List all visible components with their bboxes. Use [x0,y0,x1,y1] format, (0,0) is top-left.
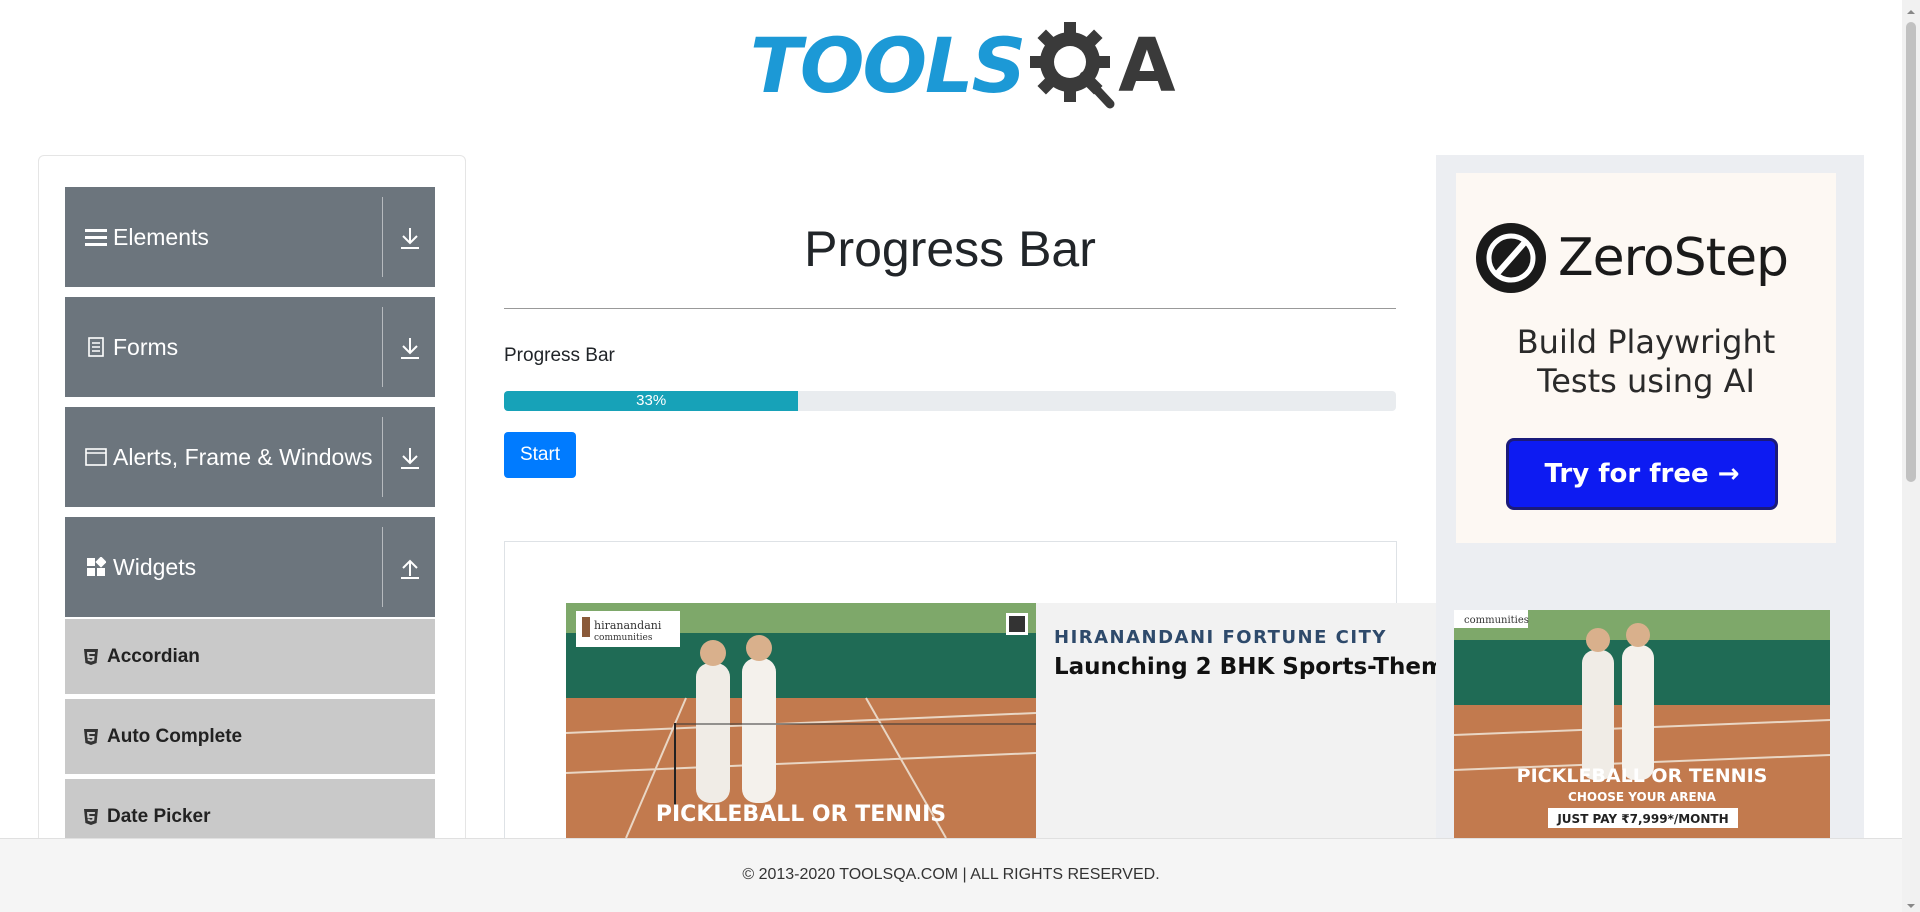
download-arrow-icon[interactable] [397,335,423,361]
divider [382,307,383,387]
ad-banner[interactable]: hiranandani communities PICKLEBALL OR TE… [566,603,1446,838]
progress-bar-fill: 33% [504,391,799,411]
progress-bar: 33% [504,391,1396,411]
scroll-up-arrow-icon[interactable] [1906,4,1916,14]
page-title: Progress Bar [804,221,1096,277]
sidebar-item-accordian[interactable]: Accordian [65,617,435,694]
ad-headline[interactable]: Launching 2 BHK Sports-Themed H [1054,654,1446,680]
window-icon [85,446,107,468]
footer: © 2013-2020 TOOLSQA.COM | ALL RIGHTS RES… [0,838,1902,912]
zerostep-ad[interactable]: ZeroStep Build Playwright Tests using AI… [1456,173,1836,543]
html5-icon [83,728,99,746]
upload-arrow-icon[interactable] [397,555,423,581]
start-button[interactable]: Start [504,432,576,478]
try-for-free-button[interactable]: Try for free → [1506,438,1778,510]
svg-text:hiranandani: hiranandani [594,619,662,632]
logo-text-a: A [1118,22,1176,109]
tagline-line-1: Build Playwright [1516,323,1776,361]
sidebar: Elements Forms Alerts, Frame & Windows W… [38,155,466,912]
sidebar-group-label: Elements [113,223,209,250]
svg-text:PICKLEBALL OR TENNIS: PICKLEBALL OR TENNIS [656,802,946,827]
html5-icon [83,808,99,826]
ad-title: HIRANANDANI FORTUNE CITY [1054,627,1387,648]
progress-bar-label: Progress Bar [504,345,615,366]
divider [504,308,1396,309]
sidebar-group-elements[interactable]: Elements [65,187,435,287]
download-arrow-icon[interactable] [397,445,423,471]
right-ad[interactable]: ZeroStep Build Playwright Tests using AI… [1436,155,1864,845]
sidebar-item-label: Accordian [107,645,200,667]
sidebar-group-label: Forms [113,333,179,360]
page-scrollbar[interactable] [1902,0,1920,912]
scrollbar-thumb[interactable] [1906,22,1916,482]
right-ad-image[interactable]: communities PICKLEBALL OR TENNIS CHOOSE … [1454,610,1830,845]
document-icon [85,336,107,358]
widgets-icon [85,556,107,578]
sidebar-item-label: Date Picker [107,805,211,827]
sidebar-group-forms[interactable]: Forms [65,297,435,397]
footer-copyright: © 2013-2020 TOOLSQA.COM | ALL RIGHTS RES… [742,866,1160,883]
sidebar-group-label: Widgets [113,553,197,580]
zerostep-tagline: Build Playwright Tests using AI [1456,323,1836,401]
zerostep-brand: ZeroStep [1558,228,1789,288]
sidebar-group-widgets[interactable]: Widgets [65,517,435,617]
gear-magnifier-icon [1026,18,1122,114]
ad-image[interactable]: hiranandani communities PICKLEBALL OR TE… [566,603,1036,838]
page: TOOLS A Elements Forms Alerts, Frame & W… [0,0,1920,912]
logo-text: TOOLS [750,20,1026,110]
divider [382,197,383,277]
list-icon [85,226,107,248]
divider [382,417,383,497]
svg-text:CHOOSE YOUR ARENA: CHOOSE YOUR ARENA [1568,790,1717,804]
zerostep-logo-icon [1476,223,1546,293]
html5-icon [83,648,99,666]
scroll-down-arrow-icon[interactable] [1906,898,1916,908]
svg-text:JUST PAY ₹7,999*/MONTH: JUST PAY ₹7,999*/MONTH [1556,812,1728,826]
tagline-line-2: Tests using AI [1537,362,1755,400]
svg-text:PICKLEBALL OR TENNIS: PICKLEBALL OR TENNIS [1517,765,1768,787]
sidebar-group-alerts[interactable]: Alerts, Frame & Windows [65,407,435,507]
toolsqa-logo[interactable]: TOOLS A [750,18,1176,114]
sidebar-item-label: Auto Complete [107,725,243,747]
download-arrow-icon[interactable] [397,225,423,251]
svg-text:communities: communities [594,633,653,643]
sidebar-group-label: Alerts, Frame & Windows [113,443,373,470]
sidebar-item-auto-complete[interactable]: Auto Complete [65,697,435,774]
divider [382,527,383,607]
right-ad-brand-text: communities [1464,615,1529,626]
